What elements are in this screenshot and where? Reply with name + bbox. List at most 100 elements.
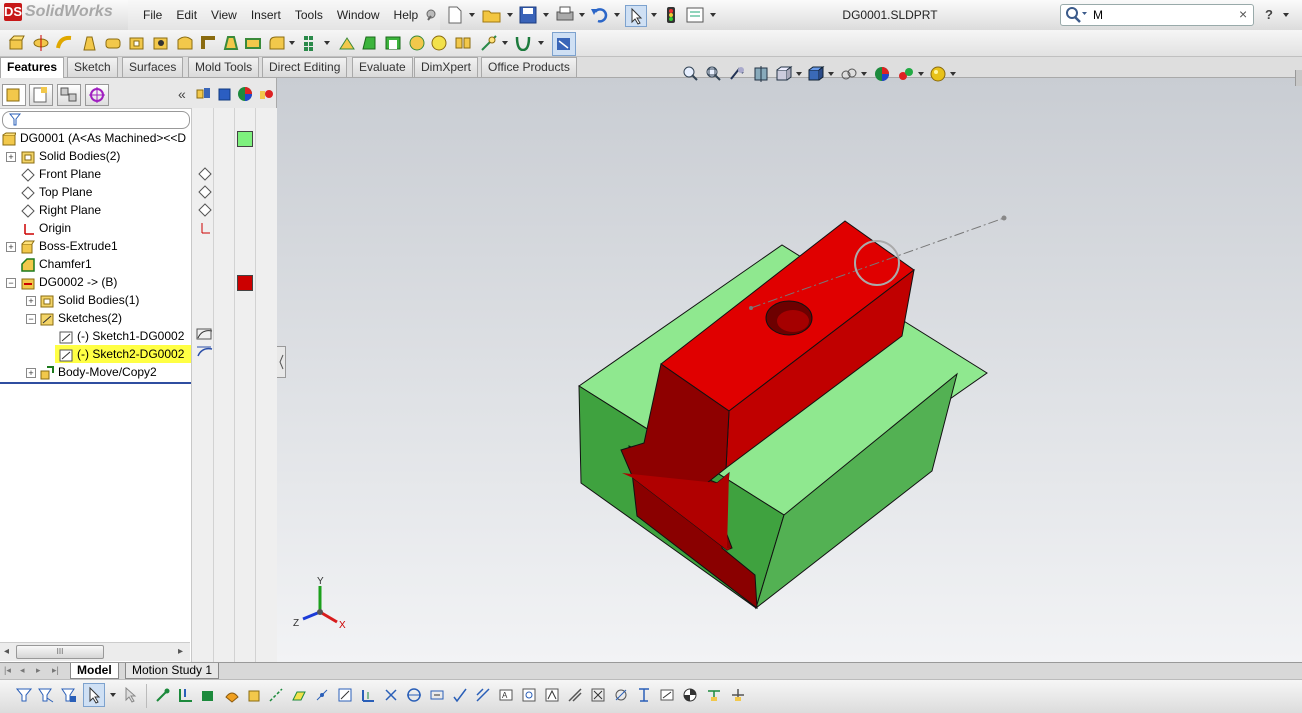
linear-pattern-icon[interactable] bbox=[302, 34, 319, 51]
select-all-icon[interactable] bbox=[122, 687, 138, 703]
filter-planes-icon[interactable] bbox=[291, 687, 307, 703]
fillet-dropdown-icon[interactable] bbox=[289, 41, 295, 45]
previous-view-icon[interactable] bbox=[729, 65, 747, 86]
menu-view[interactable]: View bbox=[204, 0, 244, 30]
reference-dropdown-icon[interactable] bbox=[502, 41, 508, 45]
tree-item-sketch2[interactable]: (-) Sketch2-DG0002 bbox=[55, 345, 194, 363]
boundary-boss-icon[interactable] bbox=[104, 34, 121, 51]
tree-item-chamfer1[interactable]: Chamfer1 bbox=[21, 255, 92, 273]
configurationmanager-tab-icon[interactable] bbox=[57, 84, 81, 106]
select-icon[interactable] bbox=[83, 683, 105, 707]
featuremanager-tab-icon[interactable] bbox=[2, 84, 26, 106]
solidworks-logo[interactable]: DS SolidWorks bbox=[4, 3, 122, 25]
filter-mates-icon[interactable] bbox=[730, 687, 746, 703]
filter-surface-bodies-icon[interactable] bbox=[224, 687, 240, 703]
options-dropdown-icon[interactable] bbox=[710, 13, 716, 17]
expand-toggle[interactable]: + bbox=[6, 242, 16, 252]
body2-color-swatch[interactable] bbox=[237, 275, 253, 291]
lofted-cut-icon[interactable] bbox=[222, 34, 239, 51]
extruded-cut-icon[interactable] bbox=[128, 34, 145, 51]
tab-surfaces[interactable]: Surfaces bbox=[122, 57, 184, 77]
new-document-icon[interactable] bbox=[447, 6, 463, 27]
filter-midpoints-icon[interactable] bbox=[360, 687, 376, 703]
tab-mold-tools[interactable]: Mold Tools bbox=[188, 57, 260, 77]
filter-balloons-icon[interactable] bbox=[521, 687, 537, 703]
rib-icon[interactable] bbox=[338, 34, 355, 51]
view-orientation-dropdown-icon[interactable] bbox=[796, 72, 802, 76]
graphics-area[interactable]: Y X Z bbox=[277, 66, 1302, 662]
hide-show-items-icon[interactable] bbox=[195, 86, 213, 105]
plane-visibility-icon[interactable] bbox=[198, 185, 212, 202]
scene-dropdown-icon[interactable] bbox=[918, 72, 924, 76]
tree-item-right-plane[interactable]: Right Plane bbox=[21, 201, 101, 219]
help-dropdown-icon[interactable] bbox=[1283, 13, 1289, 17]
revolved-boss-icon[interactable] bbox=[32, 34, 49, 51]
task-pane-handle[interactable] bbox=[1295, 70, 1302, 86]
search-field[interactable]: × bbox=[1060, 4, 1254, 26]
plane-visibility-icon[interactable] bbox=[198, 203, 212, 220]
filter-edges-icon[interactable] bbox=[178, 687, 194, 703]
last-tab-icon[interactable]: ▸| bbox=[52, 665, 59, 676]
menu-insert[interactable]: Insert bbox=[244, 0, 288, 30]
rollback-bar[interactable] bbox=[0, 382, 191, 384]
expand-toggle[interactable]: + bbox=[6, 152, 16, 162]
origin-visibility-icon[interactable] bbox=[198, 221, 212, 238]
shell-icon[interactable] bbox=[384, 34, 401, 51]
curves-dropdown-icon[interactable] bbox=[538, 41, 544, 45]
scroll-thumb[interactable]: III bbox=[16, 645, 104, 659]
filter-blocks-icon[interactable] bbox=[636, 687, 652, 703]
tab-features[interactable]: Features bbox=[0, 57, 65, 79]
reference-geometry-icon[interactable] bbox=[480, 34, 497, 51]
tab-motion-study-1[interactable]: Motion Study 1 bbox=[125, 663, 220, 679]
revolved-cut-icon[interactable] bbox=[176, 34, 193, 51]
save-dropdown-icon[interactable] bbox=[543, 13, 549, 17]
lofted-boss-icon[interactable] bbox=[80, 34, 97, 51]
rebuild-icon[interactable] bbox=[665, 6, 677, 27]
print-icon[interactable] bbox=[555, 6, 575, 27]
tree-item-sketch1[interactable]: (-) Sketch1-DG0002 bbox=[59, 327, 184, 345]
boundary-cut-icon[interactable] bbox=[244, 34, 261, 51]
apply-scene-icon[interactable] bbox=[897, 65, 915, 86]
tree-item-sketches[interactable]: Sketches(2) bbox=[40, 309, 122, 327]
edit-appearance-icon[interactable] bbox=[873, 65, 891, 86]
display-style-icon[interactable] bbox=[217, 86, 233, 105]
menu-edit[interactable]: Edit bbox=[169, 0, 204, 30]
filter-axes-icon[interactable] bbox=[268, 687, 284, 703]
menu-window[interactable]: Window bbox=[330, 0, 387, 30]
tab-model[interactable]: Model bbox=[70, 663, 119, 679]
tree-item-front-plane[interactable]: Front Plane bbox=[21, 165, 101, 183]
clear-filters-icon[interactable] bbox=[61, 687, 77, 703]
menu-help[interactable]: Help bbox=[387, 0, 426, 30]
filter-faces-icon[interactable] bbox=[200, 687, 216, 703]
filter-routing-points-icon[interactable] bbox=[706, 687, 722, 703]
tree-item-top-plane[interactable]: Top Plane bbox=[21, 183, 92, 201]
filter-icon[interactable] bbox=[16, 687, 32, 703]
clear-search-icon[interactable]: × bbox=[1239, 6, 1247, 22]
view-settings-dropdown-icon[interactable] bbox=[950, 72, 956, 76]
tree-item-part[interactable]: DG0001 (A<As Machined><<D bbox=[2, 129, 186, 147]
feature-filter[interactable] bbox=[2, 111, 190, 129]
next-tab-icon[interactable]: ▸ bbox=[36, 665, 41, 676]
scene-icon[interactable] bbox=[258, 86, 274, 105]
undo-icon[interactable] bbox=[590, 6, 610, 27]
tab-office-products[interactable]: Office Products bbox=[481, 57, 577, 77]
options-icon[interactable] bbox=[686, 6, 704, 27]
filter-centerline-icon[interactable] bbox=[406, 687, 422, 703]
tree-item-boss-extrude1[interactable]: Boss-Extrude1 bbox=[21, 237, 118, 255]
mirror-icon[interactable] bbox=[454, 34, 471, 51]
search-input[interactable] bbox=[1091, 7, 1235, 23]
view-orientation-icon[interactable] bbox=[775, 65, 793, 86]
filter-vertices-icon[interactable] bbox=[155, 687, 171, 703]
propertymanager-tab-icon[interactable] bbox=[29, 84, 53, 106]
dimxpert-manager-tab-icon[interactable] bbox=[85, 84, 109, 106]
expand-toggle[interactable]: + bbox=[26, 368, 36, 378]
filter-solid-bodies-icon[interactable] bbox=[246, 687, 262, 703]
swept-cut-icon[interactable] bbox=[200, 34, 217, 51]
body1-color-swatch[interactable] bbox=[237, 131, 253, 147]
collapse-panel-icon[interactable]: « bbox=[178, 86, 186, 102]
select-dropdown-icon[interactable] bbox=[651, 13, 657, 17]
toggle-filter-icon[interactable] bbox=[38, 687, 54, 703]
scroll-left-icon[interactable]: ◂ bbox=[4, 646, 9, 657]
filter-datum-targets-icon[interactable] bbox=[590, 687, 606, 703]
filter-geometric-tolerances-icon[interactable] bbox=[475, 687, 491, 703]
